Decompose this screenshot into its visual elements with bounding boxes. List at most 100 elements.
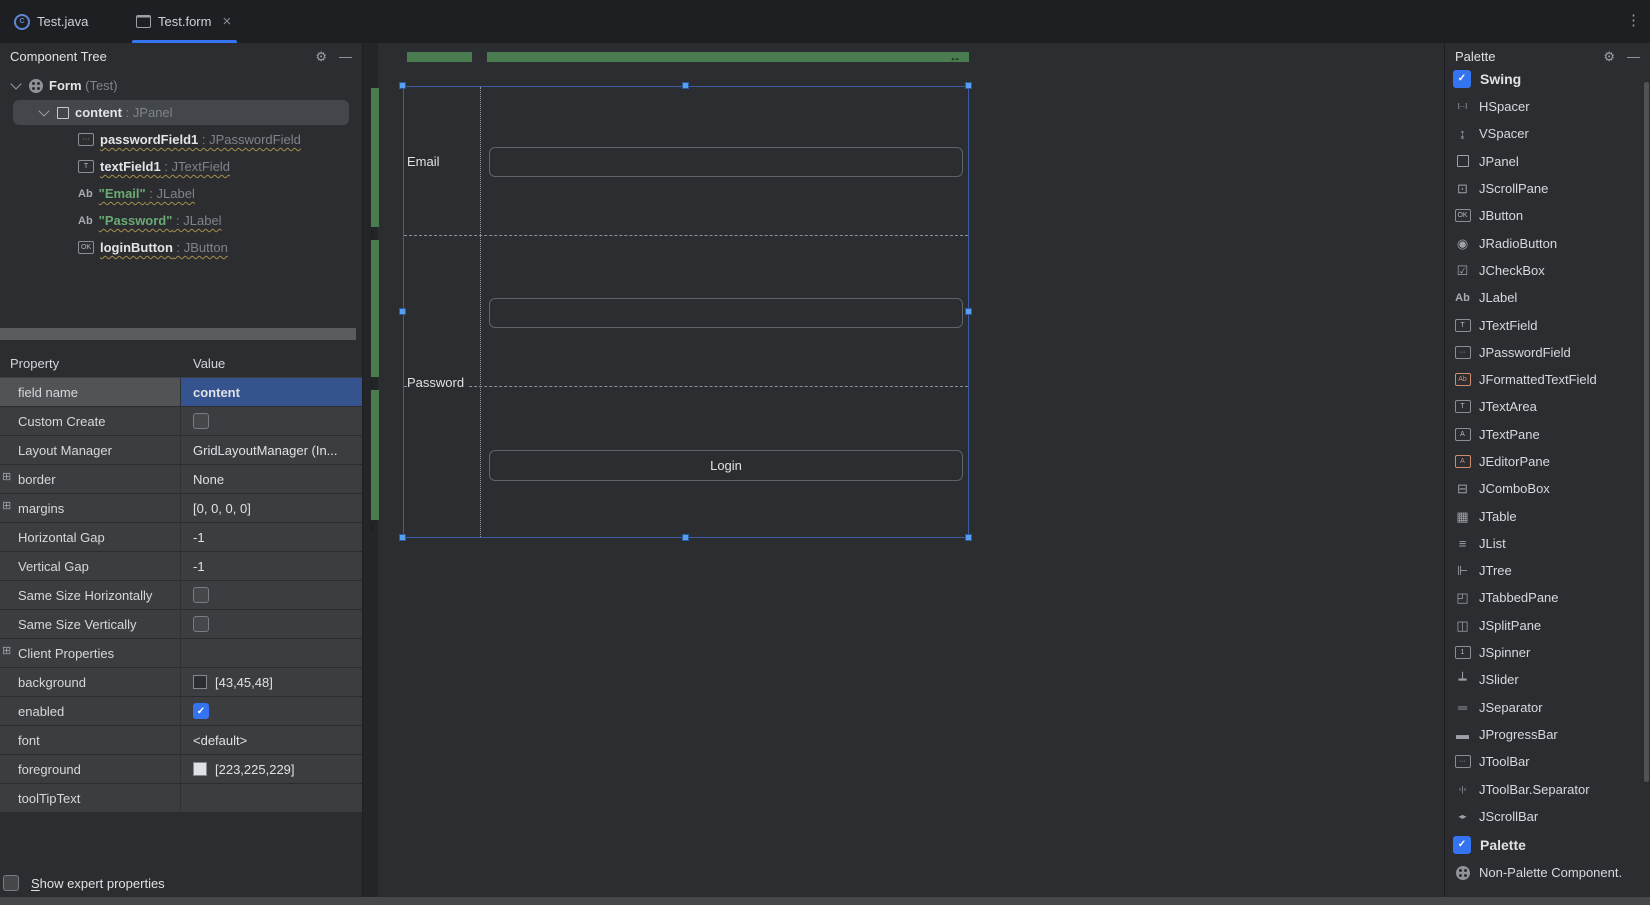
color-swatch[interactable] — [193, 675, 207, 689]
resize-handle-bottom-right[interactable] — [965, 534, 972, 541]
resize-handle-mid-right[interactable] — [965, 308, 972, 315]
gear-icon[interactable]: ⚙ — [1603, 50, 1615, 63]
resize-handle-bottom-left[interactable] — [399, 534, 406, 541]
property-name-cell[interactable]: Layout Manager — [0, 436, 181, 464]
tab-test-form[interactable]: Test.form × — [132, 0, 238, 43]
property-value-cell[interactable] — [181, 581, 362, 609]
password-label[interactable]: Password — [407, 374, 468, 391]
chevron-down-icon[interactable] — [10, 77, 22, 90]
palette-item-jlabel[interactable]: Ab JLabel — [1445, 284, 1644, 311]
tree-row-passwordfield1[interactable]: ··· passwordField1 : JPasswordField — [0, 126, 362, 153]
resize-handle-top-center[interactable] — [682, 82, 689, 89]
property-name-cell[interactable]: Horizontal Gap — [0, 523, 181, 551]
property-name-cell[interactable]: ⊞ Client Properties — [0, 639, 181, 667]
row-header-bar-1[interactable] — [371, 88, 379, 227]
palette-group-palette[interactable]: ✓ Palette — [1445, 830, 1644, 859]
palette-item-jpasswordfield[interactable]: ··· JPasswordField — [1445, 339, 1644, 366]
palette-item-jprogressbar[interactable]: ▬ JProgressBar — [1445, 721, 1644, 748]
palette-item-jtoolbarseparator[interactable]: ▫|▫ JToolBar.Separator — [1445, 775, 1644, 802]
palette-item-jeditorpane[interactable]: A JEditorPane — [1445, 448, 1644, 475]
tree-row-textfield1[interactable]: TtextField1 : JTextField — [0, 153, 362, 180]
show-expert-properties-checkbox[interactable] — [3, 875, 19, 891]
form-designer-canvas[interactable]: ↔ ↕ ↕ ↕ Email Password Login — [363, 43, 1444, 897]
group-checkbox[interactable]: ✓ — [1453, 69, 1471, 88]
palette-item-jpanel[interactable]: JPanel — [1445, 148, 1644, 175]
property-value-cell[interactable] — [181, 639, 362, 667]
resize-handle-mid-left[interactable] — [399, 308, 406, 315]
palette-item-nonpalettecomponent[interactable]: Non-Palette Component. — [1445, 859, 1644, 886]
resize-handle-bottom-center[interactable] — [682, 534, 689, 541]
value-checkbox[interactable] — [193, 616, 209, 632]
value-checkbox[interactable]: ✓ — [193, 703, 209, 719]
palette-item-jcheckbox[interactable]: ☑ JCheckBox — [1445, 257, 1644, 284]
palette-item-jslider[interactable]: ┷ JSlider — [1445, 666, 1644, 693]
tree-row-form[interactable]: Form (Test) — [0, 72, 362, 99]
palette-item-vspacer[interactable]: ↨ VSpacer — [1445, 120, 1644, 147]
color-swatch[interactable] — [193, 762, 207, 776]
tree-row-content[interactable]: content : JPanel — [0, 99, 362, 126]
property-value-cell[interactable]: [223,225,229] — [181, 755, 362, 783]
palette-item-jlist[interactable]: ≡ JList — [1445, 530, 1644, 557]
property-value-cell[interactable]: <default> — [181, 726, 362, 754]
palette-item-jformattedtextfield[interactable]: Ab JFormattedTextField — [1445, 366, 1644, 393]
palette-item-jcombobox[interactable]: ⊟ JComboBox — [1445, 475, 1644, 502]
palette-scrollbar[interactable] — [1644, 82, 1649, 782]
h-resize-icon[interactable]: ↔ — [949, 51, 961, 63]
expand-icon[interactable]: ⊞ — [2, 646, 11, 657]
property-name-cell[interactable]: field name — [0, 378, 181, 406]
palette-item-jtree[interactable]: ⊩ JTree — [1445, 557, 1644, 584]
property-name-cell[interactable]: Same Size Vertically — [0, 610, 181, 638]
tree-row-password[interactable]: Ab "Password" : JLabel — [0, 207, 362, 234]
email-label[interactable]: Email — [407, 153, 443, 170]
property-value-cell[interactable] — [181, 610, 362, 638]
palette-item-jsplitpane[interactable]: ◫ JSplitPane — [1445, 612, 1644, 639]
palette-item-jscrollpane[interactable]: ⊡ JScrollPane — [1445, 175, 1644, 202]
resize-handle-top-left[interactable] — [399, 82, 406, 89]
property-value-cell[interactable] — [181, 407, 362, 435]
property-value-cell[interactable]: ✓ — [181, 697, 362, 725]
palette-item-jseparator[interactable]: ═ JSeparator — [1445, 694, 1644, 721]
gear-icon[interactable]: ⚙ — [315, 50, 327, 63]
value-checkbox[interactable] — [193, 413, 209, 429]
hide-panel-icon[interactable]: — — [1627, 50, 1640, 63]
row-header-bar-3[interactable] — [371, 390, 379, 520]
palette-item-jtabbedpane[interactable]: ◰ JTabbedPane — [1445, 584, 1644, 611]
property-name-cell[interactable]: enabled — [0, 697, 181, 725]
property-value-cell[interactable] — [181, 784, 362, 812]
property-value-cell[interactable]: -1 — [181, 552, 362, 580]
login-button[interactable]: Login — [489, 450, 963, 481]
column-header-bar-2[interactable] — [487, 52, 969, 62]
close-icon[interactable]: × — [222, 14, 231, 29]
property-value-cell[interactable]: -1 — [181, 523, 362, 551]
email-text-field[interactable] — [489, 147, 963, 177]
kebab-menu-icon[interactable]: ⋮ — [1626, 11, 1641, 29]
property-value-cell[interactable]: [0, 0, 0, 0] — [181, 494, 362, 522]
property-name-cell[interactable]: Custom Create — [0, 407, 181, 435]
tab-test-java[interactable]: C Test.java — [14, 0, 88, 43]
value-checkbox[interactable] — [193, 587, 209, 603]
panel-splitter-bar[interactable] — [0, 328, 356, 340]
group-checkbox[interactable]: ✓ — [1453, 835, 1471, 854]
palette-item-jtextarea[interactable]: T JTextArea — [1445, 393, 1644, 420]
expand-icon[interactable]: ⊞ — [2, 501, 11, 512]
property-name-cell[interactable]: foreground — [0, 755, 181, 783]
column-header-bar-1[interactable] — [407, 52, 472, 62]
property-value-cell[interactable]: None — [181, 465, 362, 493]
password-field[interactable] — [489, 298, 963, 328]
palette-item-jbutton[interactable]: OK JButton — [1445, 202, 1644, 229]
hide-panel-icon[interactable]: — — [339, 50, 352, 63]
palette-item-jtoolbar[interactable]: ··· JToolBar — [1445, 748, 1644, 775]
palette-item-jspinner[interactable]: 1 JSpinner — [1445, 639, 1644, 666]
palette-item-jtable[interactable]: ▦ JTable — [1445, 502, 1644, 529]
property-value-cell[interactable]: content — [181, 378, 362, 406]
palette-item-jtextfield[interactable]: T JTextField — [1445, 311, 1644, 338]
palette-group-swing[interactable]: ✓ Swing — [1445, 64, 1644, 93]
property-name-cell[interactable]: toolTipText — [0, 784, 181, 812]
property-name-cell[interactable]: ⊞ margins — [0, 494, 181, 522]
v-resize-icon-2[interactable]: ↕ — [369, 377, 375, 389]
v-resize-icon-3[interactable]: ↕ — [369, 520, 375, 532]
palette-item-jradiobutton[interactable]: ◉ JRadioButton — [1445, 229, 1644, 256]
property-value-cell[interactable]: [43,45,48] — [181, 668, 362, 696]
expand-icon[interactable]: ⊞ — [2, 472, 11, 483]
palette-item-hspacer[interactable]: I··I HSpacer — [1445, 93, 1644, 120]
